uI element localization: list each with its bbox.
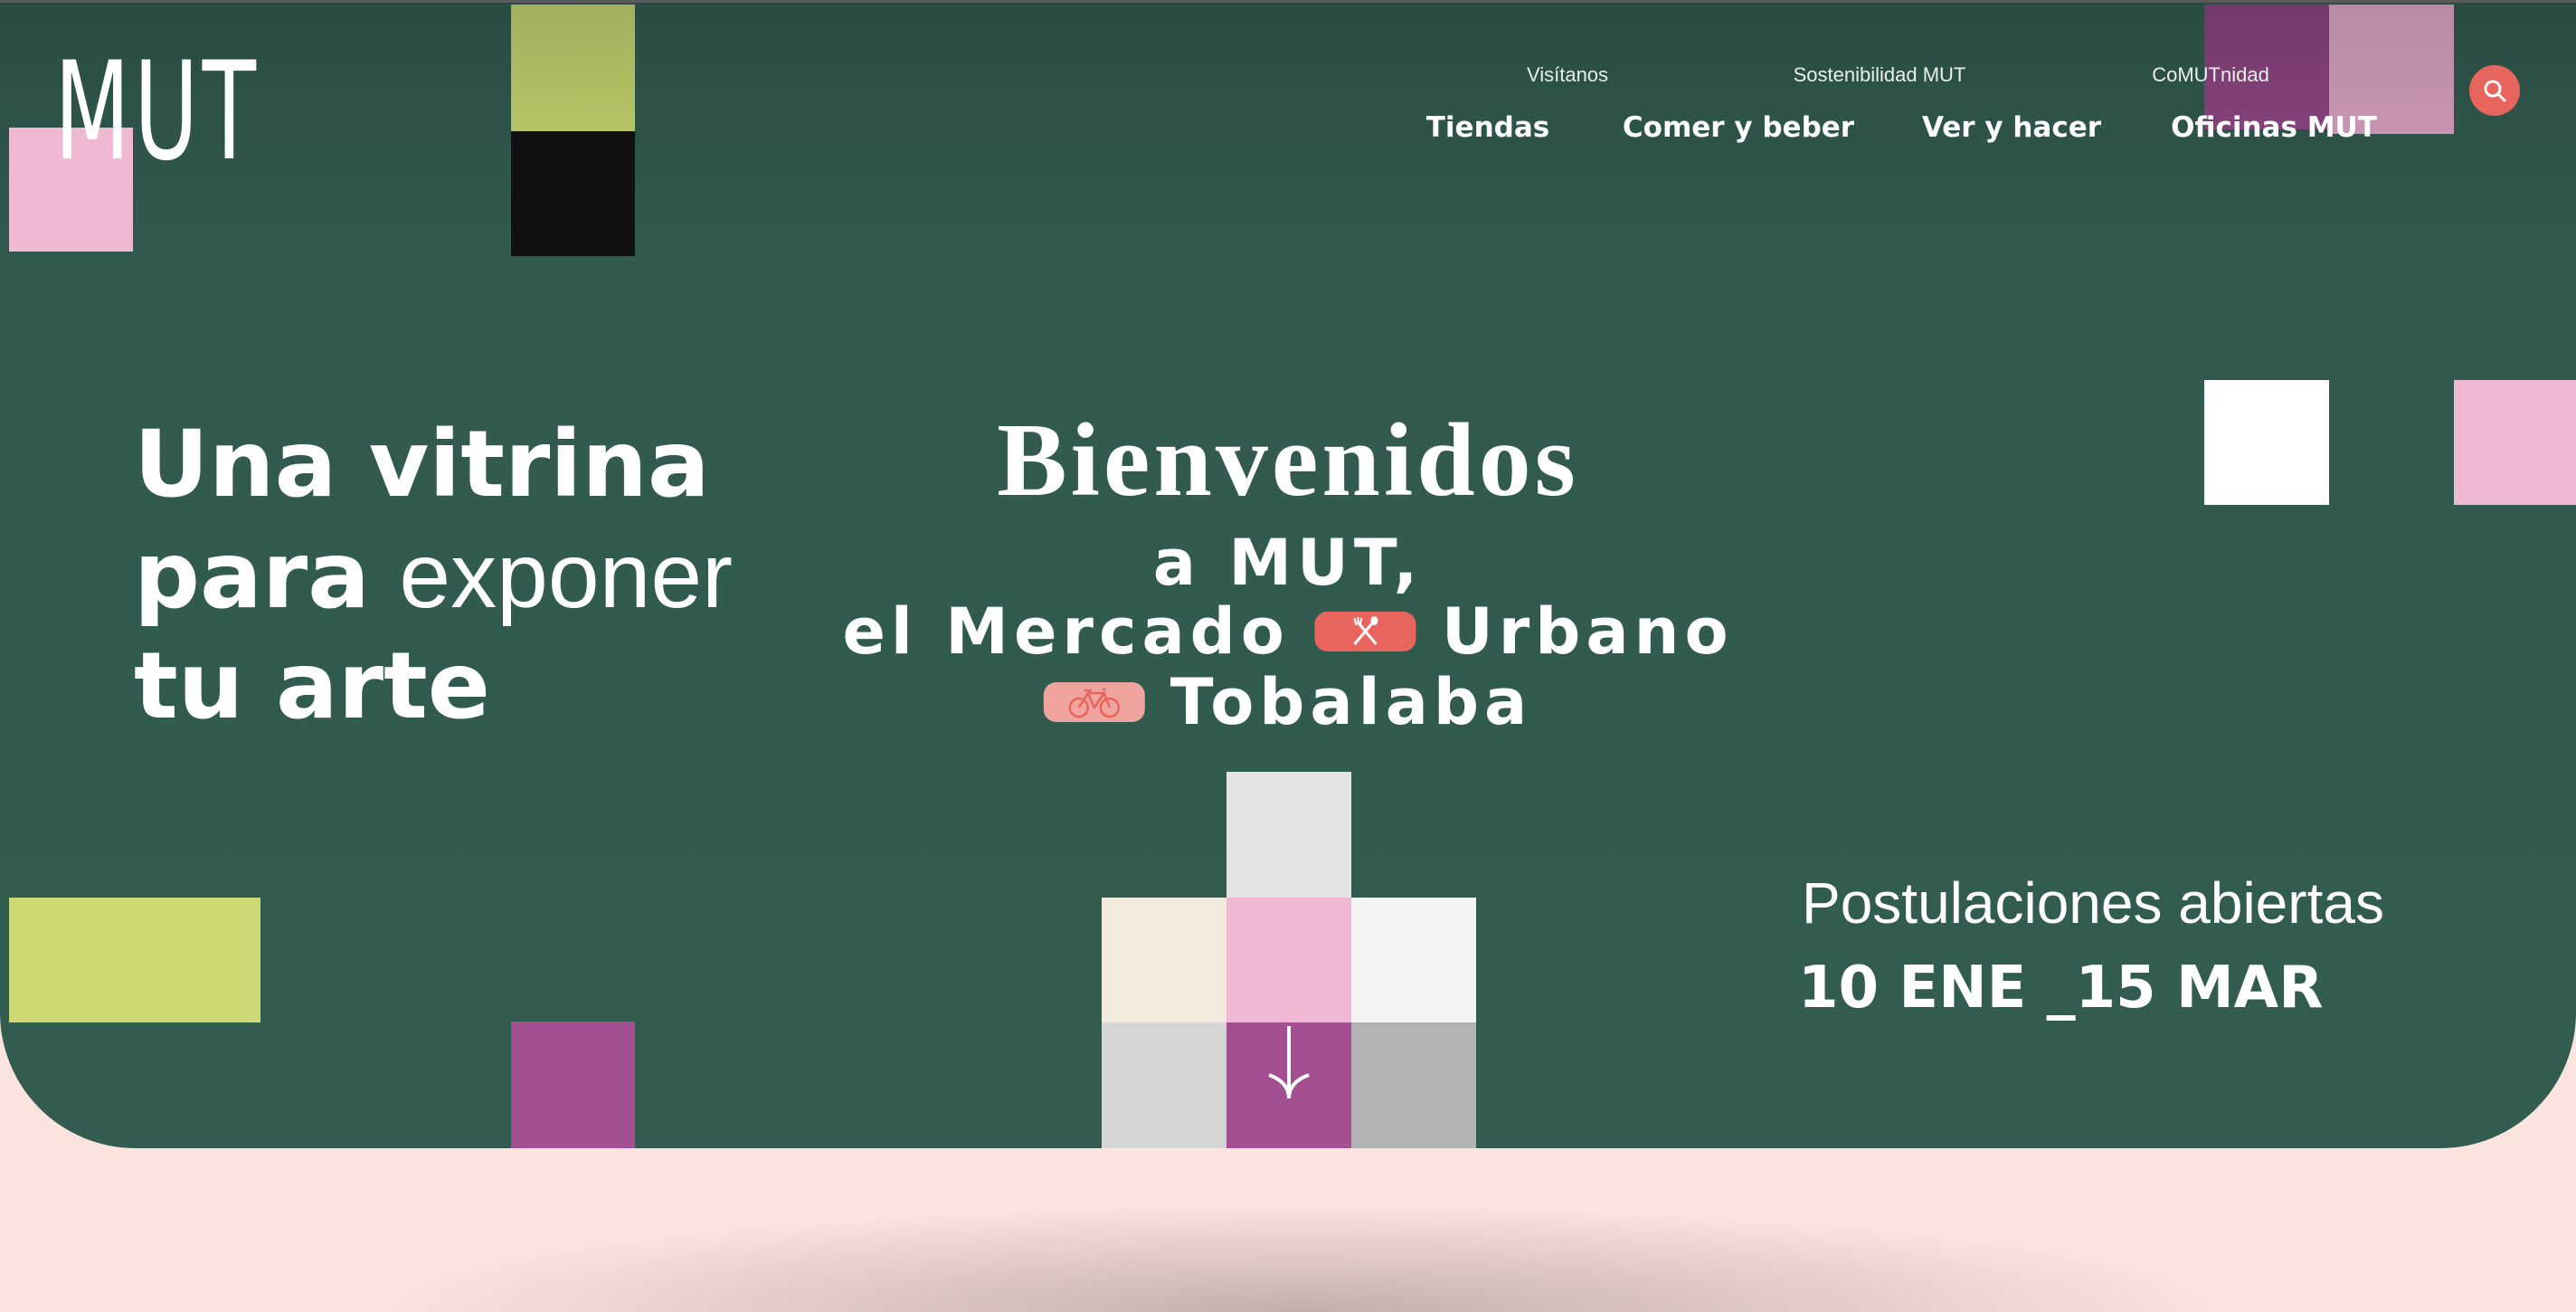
decor-tile-olive — [511, 5, 635, 131]
tagline-line3: tu arte — [134, 632, 490, 740]
search-button[interactable] — [2469, 65, 2520, 116]
search-icon — [2484, 80, 2506, 102]
hero-section: MUT Visítanos Sostenibilidad MUT CoMUTni… — [0, 0, 2576, 1148]
mosaic-tile-cream — [1102, 898, 1226, 1022]
applications-dates: 10 ENE _15 MAR — [1798, 955, 2324, 1022]
tagline-line2-light: exponer — [399, 524, 734, 627]
mosaic-tile-gray — [1102, 1022, 1226, 1148]
nav-link-comutnidad[interactable]: CoMUTnidad — [2152, 63, 2269, 87]
mosaic-tile-pink — [1226, 898, 1351, 1022]
decor-tile-magenta — [511, 1022, 635, 1148]
hero-tagline: Una vitrina para exponer tu arte — [134, 410, 733, 742]
welcome-line1-text: a MUT, — [1152, 526, 1424, 600]
fork-spoon-icon — [1353, 616, 1378, 645]
section-shadow — [362, 1203, 2243, 1312]
mosaic-tile-white — [1351, 898, 1476, 1022]
tagline-line1: Una vitrina — [134, 411, 710, 518]
welcome-line2: el Mercado Urbano — [842, 594, 1733, 669]
applications-label: Postulaciones abiertas — [1802, 870, 2384, 936]
scroll-down-button[interactable] — [1226, 1022, 1351, 1148]
tagline-line2-bold: para — [134, 522, 370, 630]
nav-link-visitanos[interactable]: Visítanos — [1527, 63, 1608, 87]
decor-tile-white — [2204, 380, 2329, 505]
decor-tile-black — [511, 131, 635, 256]
welcome-line3: Tobalaba — [1043, 665, 1533, 739]
decor-tile-lime — [9, 898, 260, 1022]
welcome-line1: a MUT, — [1153, 526, 1423, 600]
nav-link-ver-hacer[interactable]: Ver y hacer — [1922, 111, 2101, 144]
welcome-title: Bienvenidos — [997, 403, 1579, 518]
decor-tile-pink — [2454, 380, 2576, 505]
mosaic-tile-lightgray — [1226, 772, 1351, 898]
mut-logo[interactable]: MUT — [54, 44, 260, 180]
welcome-line2-a: el Mercado — [842, 594, 1290, 669]
nav-link-comer-beber[interactable]: Comer y beber — [1623, 111, 1854, 144]
welcome-line3-text: Tobalaba — [1170, 665, 1533, 739]
nav-link-tiendas[interactable]: Tiendas — [1426, 111, 1549, 144]
nav-link-sostenibilidad[interactable]: Sostenibilidad MUT — [1794, 63, 1966, 87]
bicycle-icon — [1068, 688, 1121, 718]
food-pill — [1314, 612, 1416, 651]
bike-pill — [1043, 682, 1145, 722]
mosaic-tile-darkgray — [1351, 1022, 1476, 1148]
welcome-line2-b: Urbano — [1441, 594, 1734, 669]
arrow-down-icon — [1268, 1026, 1310, 1099]
nav-link-oficinas[interactable]: Oficinas MUT — [2171, 111, 2377, 144]
